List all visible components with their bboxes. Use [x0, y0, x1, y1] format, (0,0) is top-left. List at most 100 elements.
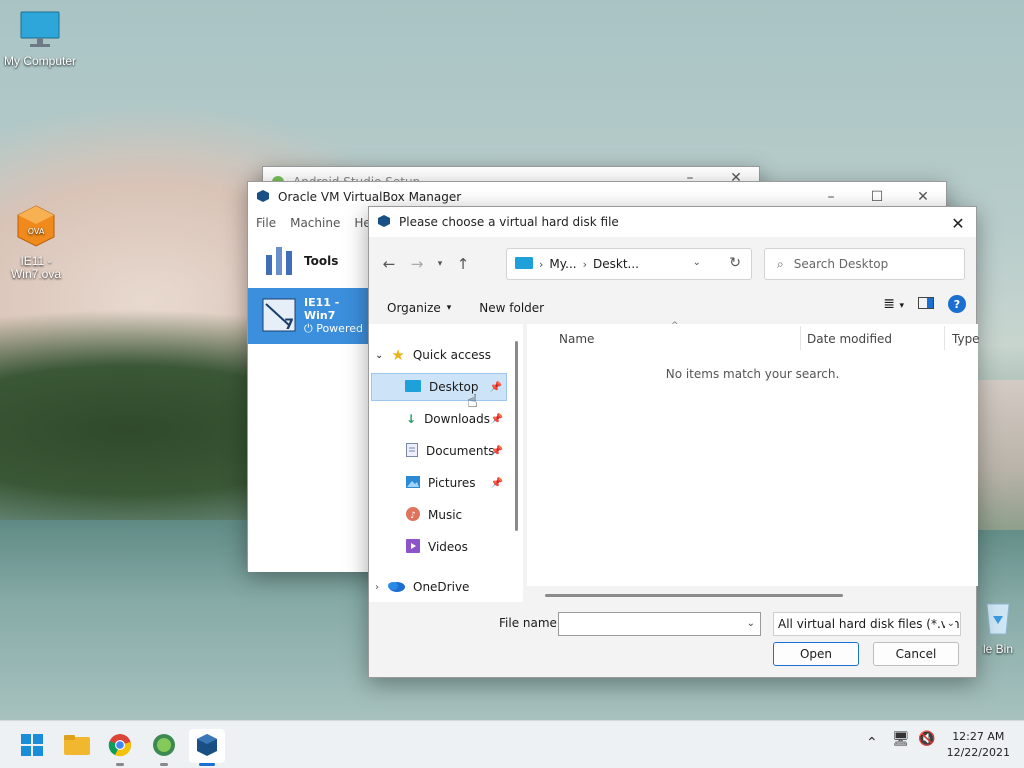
choose-disk-dialog[interactable]: Please choose a virtual hard disk file ✕…	[368, 206, 980, 678]
open-button[interactable]: Open	[773, 642, 859, 666]
preview-pane-icon[interactable]	[918, 296, 934, 312]
nav-item-onedrive[interactable]: › OneDrive	[375, 573, 511, 601]
start-button[interactable]	[14, 729, 50, 763]
tools-label: Tools	[304, 254, 339, 268]
music-icon: ♪	[406, 506, 420, 524]
column-divider[interactable]	[800, 326, 801, 350]
address-dropdown-icon[interactable]: ⌄	[693, 257, 701, 268]
breadcrumb-separator-icon: ›	[539, 257, 544, 271]
quick-access-item[interactable]: ⌄ ★ Quick access	[375, 341, 511, 369]
volume-muted-icon[interactable]: 🔇	[918, 731, 935, 747]
nav-item-pictures[interactable]: Pictures 📌	[371, 469, 507, 497]
documents-icon	[406, 442, 418, 460]
file-name-label: File name:	[499, 616, 561, 630]
star-icon: ★	[391, 346, 405, 364]
pin-icon[interactable]: 📌	[491, 446, 503, 457]
recent-locations-chevron-icon[interactable]: ▾	[431, 250, 449, 278]
close-button[interactable]: ✕	[946, 211, 970, 235]
open-label: Open	[799, 647, 833, 661]
chevron-down-icon: ⌄	[375, 349, 384, 361]
forward-arrow-icon[interactable]: →	[403, 250, 431, 278]
file-name-combobox[interactable]: ⌄	[558, 612, 761, 636]
taskbar-file-explorer[interactable]	[59, 729, 95, 763]
pin-icon[interactable]: 📌	[491, 414, 503, 425]
file-type-select[interactable]: All virtual hard disk files (*.vmd ⌄	[773, 612, 961, 636]
menu-bar: File Machine He	[248, 212, 371, 234]
windows7-vm-icon: 7	[262, 298, 296, 335]
sort-ascending-icon[interactable]: ^	[671, 321, 679, 331]
breadcrumb-desktop[interactable]: Deskt...	[593, 257, 639, 271]
svg-text:OVA: OVA	[28, 227, 45, 236]
pictures-icon	[406, 475, 420, 491]
nav-item-label: Pictures	[428, 476, 476, 490]
tools-item[interactable]: Tools	[248, 234, 368, 288]
taskbar-virtualbox[interactable]	[189, 729, 225, 766]
android-studio-icon	[152, 733, 176, 760]
desktop-icon-my-computer[interactable]: My Computer	[0, 10, 80, 68]
search-box[interactable]: ⌕ Search Desktop	[764, 248, 965, 280]
ova-file-icon: OVA	[14, 205, 58, 253]
clock-date: 12/22/2021	[946, 746, 1010, 759]
taskbar: ⌃ 🖥 🔇 12:27 AM 12/22/2021	[0, 720, 1024, 768]
vm-state: Powered	[316, 322, 363, 335]
nav-item-label: Videos	[428, 540, 468, 554]
horizontal-scrollbar[interactable]	[545, 594, 843, 597]
back-arrow-icon[interactable]: ←	[375, 250, 403, 278]
new-folder-button[interactable]: New folder	[470, 294, 553, 322]
window-title: Oracle VM VirtualBox Manager	[278, 190, 462, 204]
network-icon[interactable]: 🖥	[892, 731, 910, 747]
vm-name: IE11 - Win7	[304, 296, 340, 322]
dialog-title: Please choose a virtual hard disk file	[399, 215, 619, 229]
pin-icon[interactable]: 📌	[491, 478, 503, 489]
virtualbox-icon	[377, 214, 391, 231]
cancel-button[interactable]: Cancel	[873, 642, 959, 666]
taskbar-android-studio[interactable]	[146, 729, 182, 766]
tools-icon	[264, 243, 294, 280]
desktop-icon-recycle-bin[interactable]: le Bin	[972, 598, 1024, 656]
nav-item-downloads[interactable]: ↓ Downloads 📌	[371, 405, 507, 433]
menu-file[interactable]: File	[256, 216, 276, 230]
column-header-name[interactable]: Name	[559, 332, 594, 346]
vm-list-item[interactable]: 7 IE11 - Win7 ⏻ Powered	[248, 288, 368, 344]
view-options-icon[interactable]: ≣ ▾	[883, 296, 904, 312]
refresh-icon[interactable]: ↻	[729, 255, 741, 271]
cancel-label: Cancel	[895, 647, 937, 661]
nav-item-label: OneDrive	[413, 580, 470, 594]
show-hidden-icons-chevron-icon[interactable]: ⌃	[866, 735, 878, 751]
organize-label: Organize	[387, 301, 441, 315]
desktop-icon-label: le Bin	[982, 642, 1014, 656]
running-indicator	[199, 763, 215, 766]
up-arrow-icon[interactable]: ↑	[449, 250, 477, 278]
power-icon: ⏻	[304, 322, 313, 335]
recycle-bin-icon	[983, 603, 1013, 639]
taskbar-chrome[interactable]	[102, 729, 138, 766]
dialog-titlebar[interactable]: Please choose a virtual hard disk file	[369, 207, 976, 237]
column-header-type[interactable]: Type	[952, 332, 980, 346]
file-type-value: All virtual hard disk files (*.vmd	[778, 617, 961, 631]
desktop-icon-ie11-ova[interactable]: OVA IE11 - Win7.ova	[0, 204, 76, 281]
column-header-date-modified[interactable]: Date modified	[807, 332, 892, 346]
organize-button[interactable]: Organize ▾	[378, 294, 460, 322]
menu-machine[interactable]: Machine	[290, 216, 340, 230]
virtualbox-icon	[256, 189, 270, 206]
chevron-down-icon[interactable]: ⌄	[944, 618, 955, 629]
vm-badge: 7	[284, 316, 294, 333]
nav-item-documents[interactable]: Documents 📌	[371, 437, 507, 465]
nav-item-music[interactable]: ♪ Music	[371, 501, 507, 529]
nav-scrollbar[interactable]	[515, 341, 518, 531]
clock[interactable]: 12:27 AM 12/22/2021	[947, 729, 1010, 761]
new-folder-label: New folder	[479, 301, 545, 315]
nav-item-videos[interactable]: Videos	[371, 533, 507, 561]
empty-message: No items match your search.	[665, 367, 840, 381]
pin-icon[interactable]: 📌	[490, 382, 502, 393]
help-icon[interactable]: ?	[948, 295, 966, 313]
start-icon	[21, 733, 43, 759]
desktop-icon-label-line2: Win7.ova	[10, 267, 62, 281]
column-divider[interactable]	[944, 326, 945, 350]
videos-icon	[406, 538, 420, 556]
nav-item-desktop[interactable]: Desktop 📌	[371, 373, 507, 401]
address-bar[interactable]: › My... › Deskt... ⌄ ↻	[506, 248, 752, 280]
chevron-down-icon[interactable]: ⌄	[747, 618, 755, 629]
navigation-pane: ⌄ ★ Quick access Desktop 📌 ↓ Downloads 📌…	[369, 324, 523, 602]
breadcrumb-my-computer[interactable]: My...	[549, 257, 576, 271]
